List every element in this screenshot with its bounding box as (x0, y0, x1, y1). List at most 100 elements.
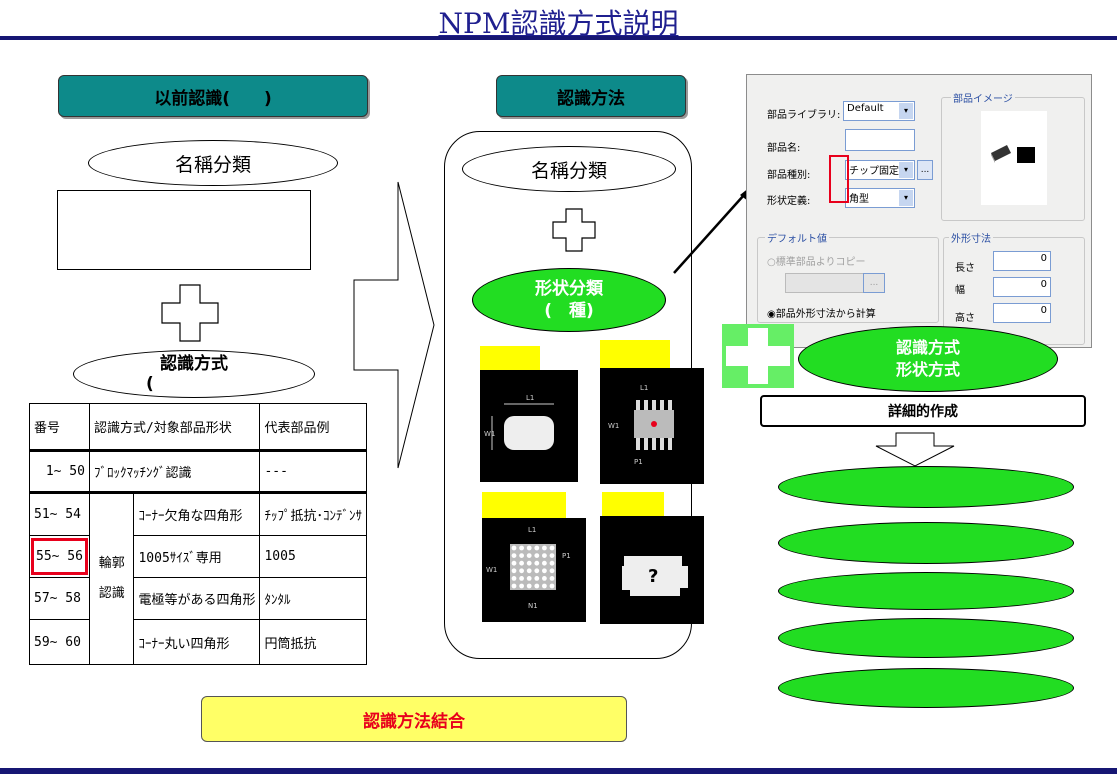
empty-name-box (57, 190, 311, 270)
bga-ball (526, 553, 532, 558)
part-settings-dialog: 部品ライブラリ: Default ▾ 部品名: 部品種別: チップ固定抵 ▾ .… (746, 74, 1092, 348)
bga-ball (534, 560, 540, 566)
standard-part-select[interactable] (785, 273, 869, 293)
row-method: ﾌﾞﾛｯｸﾏｯﾁﾝｸﾞ認識 (88, 449, 261, 495)
thumb-label: W1 (484, 430, 495, 438)
green-plus-box (722, 324, 794, 388)
row-example: 1005 (259, 534, 367, 578)
row-number-highlighted: 55~ 56 (29, 534, 90, 578)
standard-browse-button[interactable]: ... (863, 273, 885, 293)
row-example: ﾀﾝﾀﾙ (259, 576, 367, 621)
bga-ball (526, 568, 532, 574)
bga-ball (511, 560, 517, 566)
bga-ball (549, 583, 555, 589)
bga-ball (534, 545, 540, 551)
plus-icon (161, 284, 219, 342)
shape-line2: ( 種) (544, 301, 594, 321)
recognition-method-ellipse: 認識方式 ( (73, 350, 315, 398)
recognition-method-line2: ( (146, 374, 154, 394)
height-input[interactable]: 0 (993, 303, 1051, 323)
bga-ball (526, 560, 532, 566)
outline-recognition-label: 輪郭 認識 (88, 492, 135, 665)
row-method: ｺｰﾅｰ欠角な四角形 (133, 492, 261, 536)
radio-calc-label: 部品外形寸法から計算 (775, 309, 876, 320)
chevron-down-icon: ▾ (899, 190, 913, 206)
bga-ball (534, 568, 540, 574)
shape-def-value: 角型 (849, 194, 869, 205)
shape-classification-ellipse: 形状分類 ( 種) (472, 268, 666, 332)
bga-ball (534, 553, 540, 558)
recognition-method-header: 認識方法 (496, 75, 686, 117)
row-number: 59~ 60 (29, 619, 90, 665)
bga-ball (549, 553, 555, 558)
length-input[interactable]: 0 (993, 251, 1051, 271)
default-values-title: デフォルト値 (765, 230, 829, 245)
bga-ball (511, 583, 517, 589)
table-row: 57~ 58 電極等がある四角形 ﾀﾝﾀﾙ (29, 576, 367, 621)
row-number: 57~ 58 (29, 576, 90, 621)
bga-ball (549, 545, 555, 551)
highlighted-number: 55~ 56 (31, 537, 88, 575)
thumb-irregular: ? (600, 516, 704, 624)
shape-def-select[interactable]: 角型 ▾ (845, 188, 915, 208)
radio-copy-standard[interactable]: ○標準部品よりコピー (767, 253, 866, 268)
radio-calc-dimensions[interactable]: ◉部品外形寸法から計算 (767, 305, 876, 320)
part-kind-browse-button[interactable]: ... (917, 160, 933, 180)
width-label: 幅 (955, 285, 965, 296)
table-row: 55~ 56 1005ｻｲｽﾞ専用 1005 (29, 534, 367, 578)
recognition-shape-method-ellipse: 認識方式 形状方式 (798, 326, 1058, 392)
part-name-input[interactable] (845, 129, 915, 151)
row-number: 1~ 50 (29, 449, 90, 495)
thumb-label: N1 (528, 602, 538, 610)
bga-ball (519, 568, 524, 574)
bga-ball (526, 583, 532, 589)
part-image (981, 111, 1047, 205)
chevron-down-icon: ▾ (899, 103, 913, 119)
green-ellipse-2 (778, 522, 1074, 564)
plus-icon (552, 208, 596, 252)
table-row: 1~ 50 ﾌﾞﾛｯｸﾏｯﾁﾝｸﾞ認識 --- (29, 449, 367, 495)
combine-recognition-button[interactable]: 認識方法結合 (201, 696, 627, 742)
bga-ball (519, 583, 524, 589)
recognition-table: 番号 認識方式/対象部品形状 代表部品例 1~ 50 ﾌﾞﾛｯｸﾏｯﾁﾝｸﾞ認識… (29, 403, 367, 665)
bga-ball (542, 545, 547, 551)
name-classification-ellipse: 名稱分類 (88, 140, 338, 186)
right-green-line1: 認識方式 (895, 338, 960, 357)
bga-ball (549, 576, 555, 581)
thumb-tab (600, 340, 670, 370)
bga-ball (519, 576, 524, 581)
top-rule (0, 36, 1117, 40)
group-label-line1: 輪郭 (98, 556, 125, 571)
group-label-line2: 認識 (98, 586, 125, 601)
bga-ball (534, 583, 540, 589)
thumb-tab (482, 492, 566, 520)
bga-ball (519, 553, 524, 558)
thumb-tab (602, 492, 664, 518)
green-ellipse-4 (778, 618, 1074, 658)
green-ellipse-1 (778, 466, 1074, 508)
row-example: 円筒抵抗 (259, 619, 367, 665)
part-kind-select[interactable]: チップ固定抵 ▾ (845, 160, 915, 180)
library-select[interactable]: Default ▾ (843, 101, 915, 121)
bga-ball (511, 568, 517, 574)
width-input[interactable]: 0 (993, 277, 1051, 297)
bga-ball (526, 576, 532, 581)
thumb-rect-chip: L1 W1 (480, 370, 578, 482)
detail-creation-box: 詳細的作成 (760, 395, 1086, 427)
library-value: Default (847, 103, 884, 114)
bga-ball (511, 576, 517, 581)
library-label: 部品ライブラリ: (767, 110, 841, 121)
bga-ball (542, 583, 547, 589)
right-green-line2: 形状方式 (895, 360, 960, 379)
bga-ball (511, 553, 517, 558)
header-method: 認識方式/対象部品形状 (88, 403, 261, 452)
thumb-label: L1 (528, 526, 536, 534)
table-row: 59~ 60 ｺｰﾅｰ丸い四角形 円筒抵抗 (29, 619, 367, 665)
thumb-label: P1 (562, 552, 571, 560)
part-kind-label: 部品種別: (767, 170, 811, 181)
header-number: 番号 (29, 403, 90, 452)
row-example: ﾁｯﾌﾟ抵抗･ｺﾝﾃﾞﾝｻ (259, 492, 367, 536)
row-method: ｺｰﾅｰ丸い四角形 (133, 619, 261, 665)
bottom-rule (0, 768, 1117, 774)
bga-ball (542, 553, 547, 558)
